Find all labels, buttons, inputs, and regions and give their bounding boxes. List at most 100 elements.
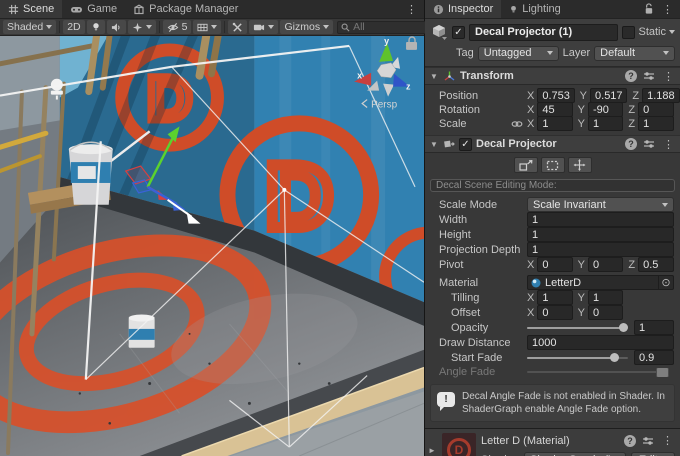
scale-mode-dropdown[interactable]: Scale Invariant xyxy=(527,197,674,212)
toggle-2d-button[interactable]: 2D xyxy=(63,20,84,34)
component-menu-icon[interactable]: ⋮ xyxy=(661,70,676,83)
pivot-x-field[interactable]: 0 xyxy=(537,257,572,272)
opacity-slider-knob[interactable] xyxy=(619,323,628,332)
z-axis-label[interactable]: Z xyxy=(628,104,635,116)
scale-edit-mode-button[interactable] xyxy=(514,157,538,173)
object-picker-icon[interactable]: ⊙ xyxy=(658,276,673,289)
material-object-field[interactable]: LetterD ⊙ xyxy=(527,275,674,290)
foldout-icon[interactable]: ▼ xyxy=(429,72,439,81)
z-axis-label[interactable]: Z xyxy=(628,118,635,130)
scene-lighting-toggle[interactable] xyxy=(87,20,105,34)
shader-edit-button[interactable]: Edit... xyxy=(631,452,675,456)
tab-lighting[interactable]: Lighting xyxy=(501,0,569,18)
scale-y-field[interactable]: 1 xyxy=(588,116,623,131)
rotation-y-field[interactable]: -90 xyxy=(588,102,623,117)
tab-inspector[interactable]: Inspector xyxy=(425,0,501,18)
opacity-slider[interactable] xyxy=(527,327,628,329)
scene-audio-toggle[interactable] xyxy=(107,20,126,34)
scale-x-field[interactable]: 1 xyxy=(537,116,572,131)
start-fade-label[interactable]: Start Fade xyxy=(451,352,527,364)
tab-scene[interactable]: Scene xyxy=(0,0,62,18)
tab-package-manager[interactable]: Package Manager xyxy=(125,0,246,18)
position-x-field[interactable]: 0.753 xyxy=(537,88,574,103)
height-label[interactable]: Height xyxy=(439,229,527,241)
material-menu-icon[interactable]: ⋮ xyxy=(660,434,675,447)
inspector-menu-icon[interactable]: ⋮ xyxy=(660,3,675,16)
tag-dropdown[interactable]: Untagged xyxy=(478,46,559,61)
pivot-edit-mode-button[interactable] xyxy=(568,157,592,173)
projection-mode-label[interactable]: Persp xyxy=(371,100,397,111)
pivot-y-field[interactable]: 0 xyxy=(588,257,623,272)
help-icon[interactable]: ? xyxy=(625,138,637,150)
offset-x-field[interactable]: 0 xyxy=(537,305,572,320)
opacity-label[interactable]: Opacity xyxy=(451,322,527,334)
transform-header[interactable]: ▼ Transform ? ⋮ xyxy=(425,67,680,85)
scene-effects-dropdown[interactable] xyxy=(128,20,156,34)
opacity-value-field[interactable]: 1 xyxy=(634,320,674,335)
gameobject-name-field[interactable] xyxy=(469,24,618,41)
height-field[interactable]: 1 xyxy=(527,227,674,242)
rotation-z-field[interactable]: 0 xyxy=(638,102,674,117)
offset-y-field[interactable]: 0 xyxy=(588,305,623,320)
y-axis-label[interactable]: Y xyxy=(578,259,585,271)
tilling-label[interactable]: Tilling xyxy=(451,292,527,304)
start-fade-slider[interactable] xyxy=(527,357,628,359)
foldout-icon[interactable]: ▼ xyxy=(429,140,439,149)
static-caret-icon[interactable] xyxy=(669,30,675,34)
z-axis-label[interactable]: Z xyxy=(628,259,635,271)
y-axis-label[interactable]: Y xyxy=(578,292,585,304)
material-foldout-icon[interactable]: ► xyxy=(427,446,437,455)
hidden-objects-button[interactable]: 5 xyxy=(163,20,192,34)
rotation-x-field[interactable]: 45 xyxy=(537,102,572,117)
y-axis-label[interactable]: Y xyxy=(578,104,585,116)
gameobject-active-checkbox[interactable]: ✓ xyxy=(452,26,465,39)
x-axis-label[interactable]: X xyxy=(527,118,534,130)
y-axis-label[interactable]: Y xyxy=(580,90,587,102)
scene-viewport[interactable]: D D xyxy=(0,36,424,456)
crop-edit-mode-button[interactable] xyxy=(541,157,565,173)
start-fade-slider-knob[interactable] xyxy=(610,353,619,362)
component-menu-icon[interactable]: ⋮ xyxy=(661,138,676,151)
tilling-y-field[interactable]: 1 xyxy=(588,290,623,305)
z-axis-label[interactable]: Z xyxy=(632,90,639,102)
presets-icon[interactable] xyxy=(642,436,654,446)
decal-projector-header[interactable]: ▼ ✓ Decal Projector ? ⋮ xyxy=(425,135,680,153)
width-label[interactable]: Width xyxy=(439,214,527,226)
scene-camera-dropdown[interactable] xyxy=(249,20,278,34)
static-checkbox[interactable] xyxy=(622,26,635,39)
help-icon[interactable]: ? xyxy=(625,70,637,82)
x-axis-label[interactable]: X xyxy=(527,104,534,116)
draw-distance-field[interactable]: 1000 xyxy=(527,335,674,350)
scale-z-field[interactable]: 1 xyxy=(638,116,674,131)
grid-visibility-dropdown[interactable] xyxy=(193,20,221,34)
width-field[interactable]: 1 xyxy=(527,212,674,227)
draw-distance-label[interactable]: Draw Distance xyxy=(439,337,527,349)
offset-label[interactable]: Offset xyxy=(451,307,527,319)
shading-mode-dropdown[interactable]: Shaded xyxy=(3,20,56,34)
scene-panel-menu-icon[interactable]: ⋮ xyxy=(404,3,419,16)
gizmos-dropdown[interactable]: Gizmos xyxy=(280,20,333,34)
unlock-icon[interactable] xyxy=(643,3,654,15)
shader-dropdown[interactable]: Shader Graphs/Decal xyxy=(524,452,626,456)
tab-game[interactable]: Game xyxy=(62,0,125,18)
help-icon[interactable]: ? xyxy=(624,435,636,447)
x-axis-label[interactable]: X xyxy=(527,90,534,102)
tilling-x-field[interactable]: 1 xyxy=(537,290,572,305)
link-scale-icon[interactable] xyxy=(511,119,523,129)
pivot-z-field[interactable]: 0.5 xyxy=(638,257,674,272)
start-fade-value-field[interactable]: 0.9 xyxy=(634,350,674,365)
position-z-field[interactable]: 1.188 xyxy=(642,88,680,103)
x-axis-label[interactable]: X xyxy=(527,259,534,271)
presets-icon[interactable] xyxy=(643,71,655,81)
projection-depth-label[interactable]: Projection Depth xyxy=(439,244,527,256)
material-thumbnail[interactable]: D xyxy=(442,433,476,456)
projection-depth-field[interactable]: 1 xyxy=(527,242,674,257)
decal-projector-enabled-checkbox[interactable]: ✓ xyxy=(459,138,472,151)
scene-tools-button[interactable] xyxy=(228,20,247,34)
presets-icon[interactable] xyxy=(643,139,655,149)
gameobject-cube-icon[interactable] xyxy=(430,23,448,41)
layer-dropdown[interactable]: Default xyxy=(594,46,675,61)
x-axis-label[interactable]: X xyxy=(527,307,534,319)
position-y-field[interactable]: 0.517 xyxy=(590,88,627,103)
pivot-label[interactable]: Pivot xyxy=(439,259,527,271)
